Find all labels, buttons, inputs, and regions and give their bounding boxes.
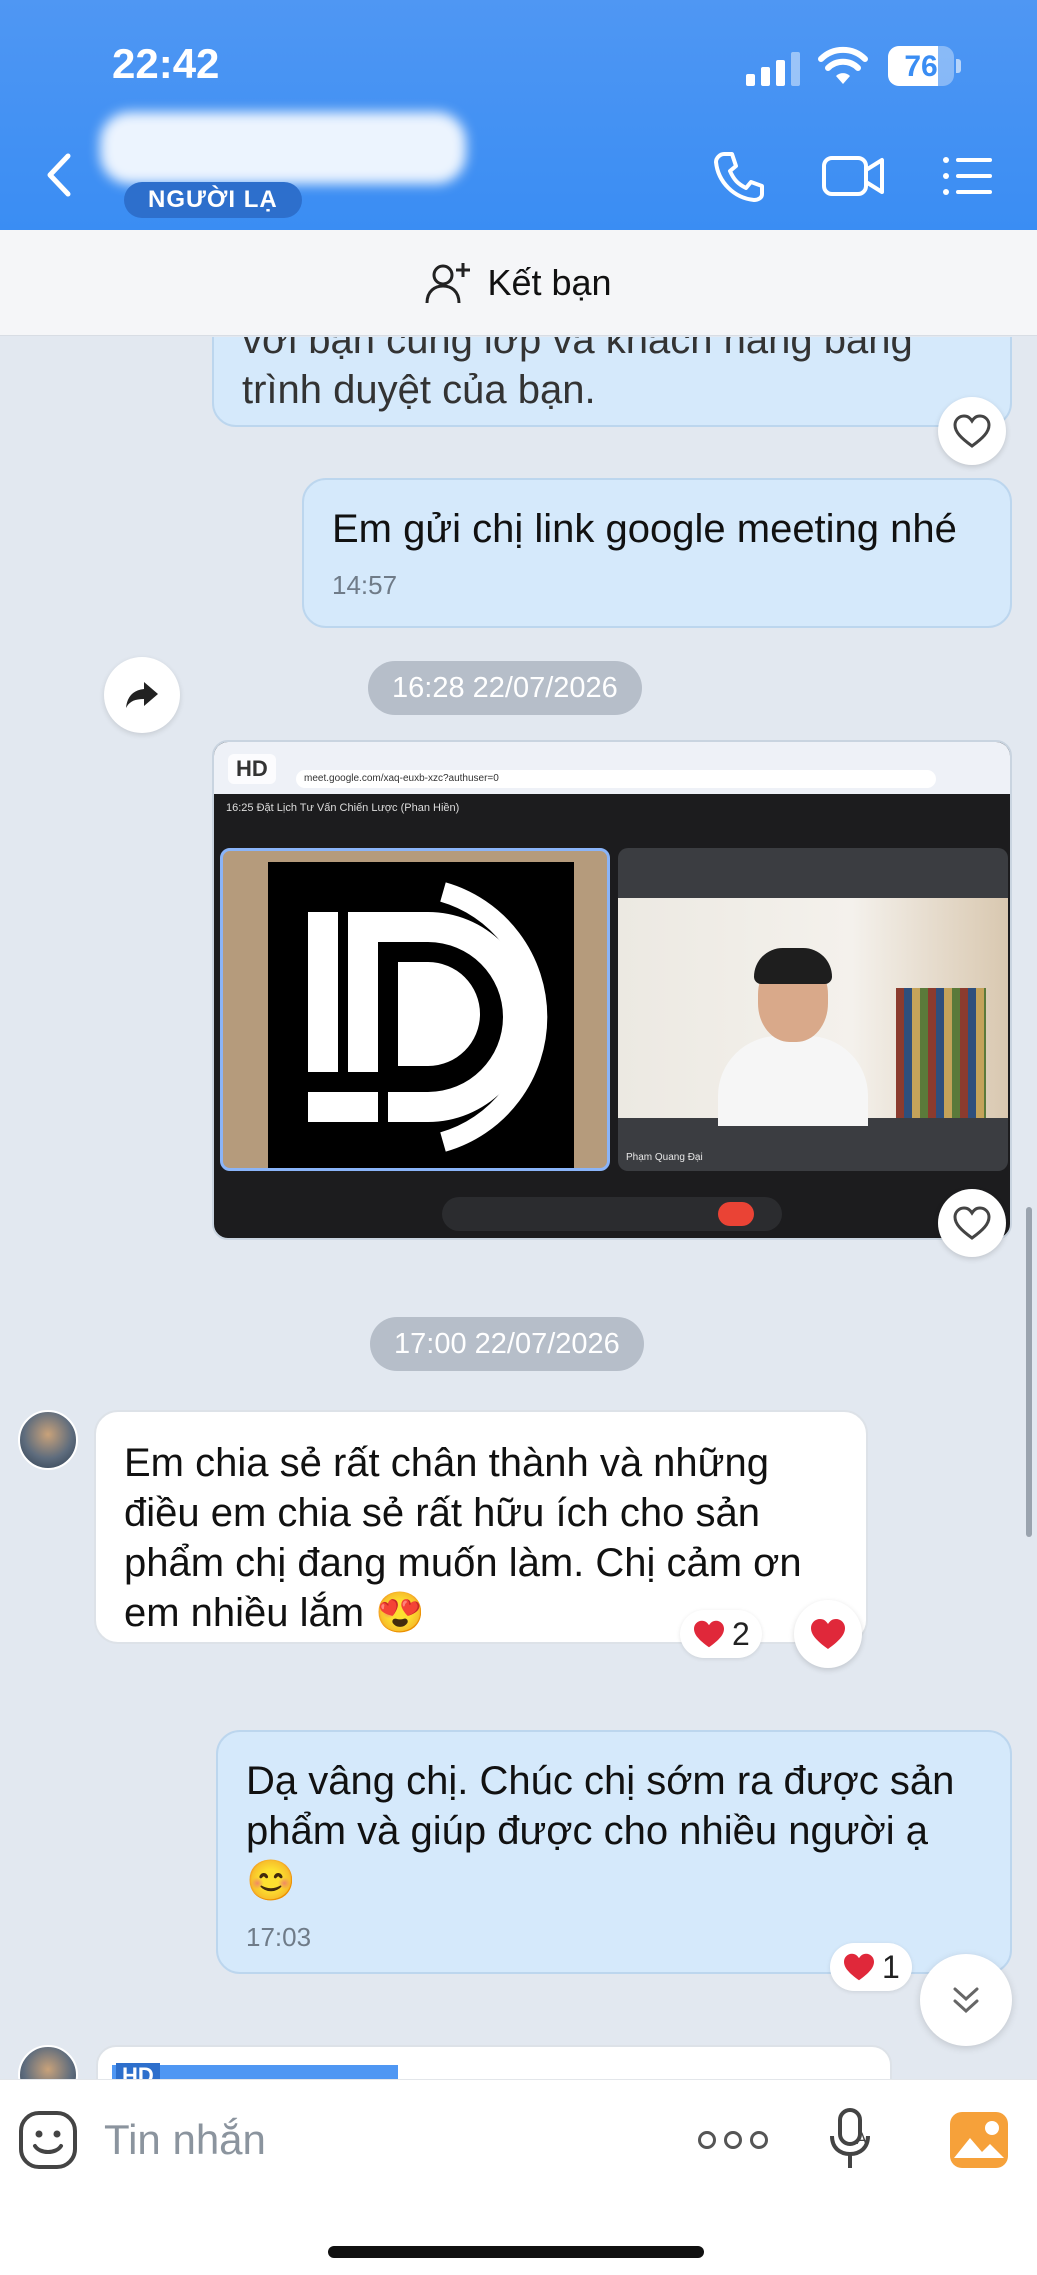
brand-logo <box>268 862 574 1168</box>
heart-icon <box>844 1953 874 1981</box>
hd-badge: HD <box>228 754 276 784</box>
add-friend-label: Kết bạn <box>487 261 612 303</box>
message-bubble-incoming[interactable]: Em chia sẻ rất chân thành và những điều … <box>94 1410 868 1644</box>
reaction-count: 2 <box>732 1615 750 1652</box>
heart-outline-icon <box>953 1206 991 1240</box>
scroll-to-bottom-button[interactable] <box>920 1954 1012 2046</box>
date-separator: 16:28 22/07/2026 <box>368 661 642 715</box>
back-icon[interactable] <box>40 150 80 200</box>
message-text: Em gửi chị link google meeting nhé <box>332 507 957 551</box>
reaction-summary[interactable]: 2 <box>680 1610 762 1658</box>
list-menu-icon[interactable] <box>942 150 994 202</box>
sticker-icon[interactable] <box>18 2110 78 2170</box>
more-icon[interactable] <box>698 2122 768 2158</box>
add-friend-bar: Kết bạn <box>0 230 1037 336</box>
message-text: Em chia sẻ rất chân thành và những điều … <box>124 1441 802 1635</box>
video-tile-participant: Phạm Quang Đại <box>618 848 1008 1171</box>
message-text: Dạ vâng chị. Chúc chị sớm ra được sản ph… <box>246 1759 955 1903</box>
avatar[interactable] <box>18 1410 78 1470</box>
react-button[interactable] <box>794 1600 862 1668</box>
heart-icon <box>694 1620 724 1648</box>
cellular-signal-icon <box>746 52 800 86</box>
reaction-count: 1 <box>882 1948 900 1985</box>
add-friend-icon <box>425 262 471 303</box>
forward-icon <box>126 682 158 708</box>
end-call-icon <box>718 1202 754 1226</box>
chat-header: 22:42 76 NGƯỜI LẠ <box>0 0 1037 230</box>
message-input[interactable] <box>104 2108 664 2172</box>
message-bubble-outgoing[interactable]: với bạn cùng lớp và khách hàng bằng trìn… <box>212 337 1012 427</box>
heart-icon <box>811 1619 845 1649</box>
reaction-summary[interactable]: 1 <box>830 1943 912 1991</box>
home-indicator <box>328 2246 704 2258</box>
status-time: 22:42 <box>112 40 220 87</box>
image-icon[interactable] <box>948 2110 1010 2170</box>
add-friend-button[interactable]: Kết bạn <box>425 261 612 305</box>
chevron-down-icon <box>953 1987 979 2014</box>
message-bubble-outgoing[interactable]: Dạ vâng chị. Chúc chị sớm ra được sản ph… <box>216 1730 1012 1974</box>
date-separator: 17:00 22/07/2026 <box>370 1317 644 1371</box>
video-call-icon[interactable] <box>822 150 886 202</box>
participant-camera <box>618 898 1008 1126</box>
mic-icon[interactable]: A <box>826 2108 876 2172</box>
battery-percent: 76 <box>904 50 938 83</box>
meet-url: meet.google.com/xaq-euxb-xzc?authuser=0 <box>296 770 936 788</box>
phone-icon[interactable] <box>712 150 766 202</box>
message-bubble-outgoing[interactable]: Em gửi chị link google meeting nhé 14:57 <box>302 478 1012 628</box>
image-message[interactable]: meet.google.com/xaq-euxb-xzc?authuser=0 … <box>212 740 1012 1240</box>
stranger-badge: NGƯỜI LẠ <box>124 182 302 218</box>
message-list[interactable]: với bạn cùng lớp và khách hàng bằng trìn… <box>0 337 1037 2079</box>
contact-name-redacted[interactable] <box>100 112 466 184</box>
heart-outline-icon <box>953 414 991 448</box>
react-button[interactable] <box>938 397 1006 465</box>
forward-button[interactable] <box>104 657 180 733</box>
scrollbar[interactable] <box>1026 1207 1032 1537</box>
react-button[interactable] <box>938 1189 1006 1257</box>
svg-text:A: A <box>856 2129 867 2148</box>
message-time: 14:57 <box>332 570 398 600</box>
wifi-icon <box>818 46 868 84</box>
battery-indicator: 76 <box>888 46 961 86</box>
participant-name: Phạm Quang Đại <box>626 1152 703 1163</box>
message-text: với bạn cùng lớp và khách hàng bằng trìn… <box>242 337 913 412</box>
avatar[interactable] <box>18 2045 78 2079</box>
meeting-title: 16:25 Đặt Lịch Tư Vấn Chiến Lược (Phan H… <box>226 802 460 814</box>
